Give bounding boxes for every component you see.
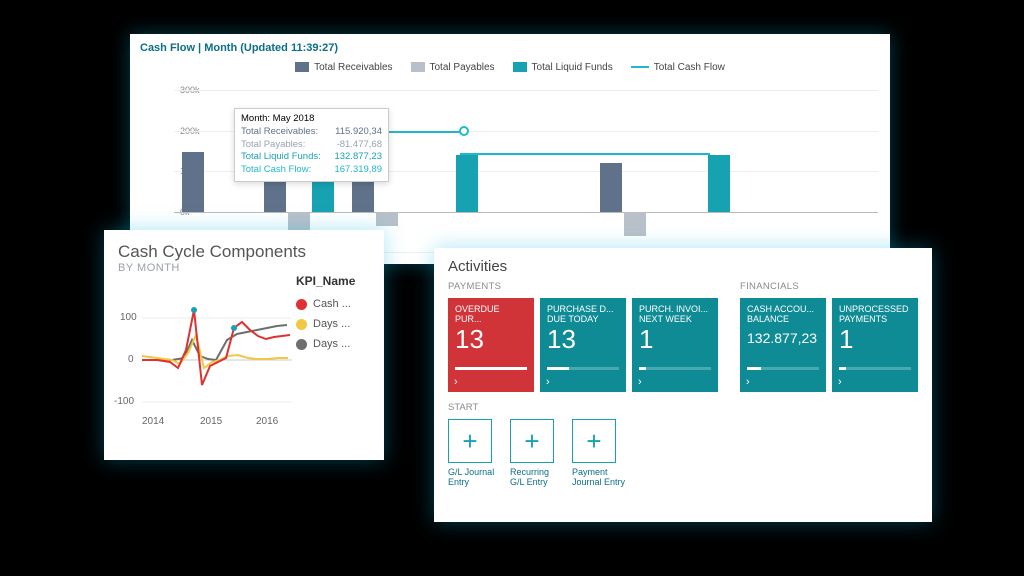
start-gl-journal: + G/L Journal Entry xyxy=(448,419,502,488)
chevron-right-icon: › xyxy=(546,376,550,388)
bar-receivables xyxy=(182,152,204,212)
swatch-liquid xyxy=(513,62,527,72)
dot-icon xyxy=(296,319,307,330)
plus-icon: + xyxy=(586,426,601,457)
start-tile-gl[interactable]: + xyxy=(448,419,492,463)
cashflow-title: Cash Flow | Month (Updated 11:39:27) xyxy=(130,34,890,58)
start-caption[interactable]: Recurring G/L Entry xyxy=(510,467,564,488)
cashflow-legend: Total Receivables Total Payables Total L… xyxy=(130,58,890,76)
cashflow-plot[interactable]: 300k 200k 100k 0k -100k xyxy=(174,90,878,252)
ytick: 100 xyxy=(120,312,137,323)
start-recurring-gl: + Recurring G/L Entry xyxy=(510,419,564,488)
swatch-payables xyxy=(411,62,425,72)
chevron-right-icon: › xyxy=(746,376,750,388)
legend-payables[interactable]: Total Payables xyxy=(411,62,495,73)
dot-icon xyxy=(296,339,307,350)
start-tile-recurring[interactable]: + xyxy=(510,419,554,463)
xtick: 2014 xyxy=(142,416,164,427)
swatch-cashflow xyxy=(631,66,649,68)
group-payments: PAYMENTS OVERDUE PUR... DOCUMENTS 13 › P… xyxy=(448,279,726,488)
cashflow-line-seg xyxy=(380,131,460,133)
bar-liquid xyxy=(708,155,730,212)
chevron-right-icon: › xyxy=(838,376,842,388)
activities-card: Activities PAYMENTS OVERDUE PUR... DOCUM… xyxy=(434,248,932,522)
tile-overdue-purchase-documents[interactable]: OVERDUE PUR... DOCUMENTS 13 › xyxy=(448,298,534,392)
legend-liquid[interactable]: Total Liquid Funds xyxy=(513,62,613,73)
cf-month xyxy=(426,90,510,252)
xtick: 2016 xyxy=(256,416,278,427)
tile-cash-account-balance[interactable]: CASH ACCOU... BALANCE 132.877,23 › xyxy=(740,298,826,392)
ytick: 0 xyxy=(128,354,134,365)
legend-days1[interactable]: Days ... xyxy=(296,318,374,330)
bar-payables xyxy=(624,212,646,236)
tt-month: Month: May 2018 xyxy=(241,113,314,126)
cashflow-line-seg xyxy=(460,153,710,155)
legend-receivables[interactable]: Total Receivables xyxy=(295,62,392,73)
ytick: -100 xyxy=(114,396,134,407)
cycle-legend-title: KPI_Name xyxy=(296,274,374,288)
bar-liquid xyxy=(456,155,478,212)
start-tile-payment[interactable]: + xyxy=(572,419,616,463)
legend-days2[interactable]: Days ... xyxy=(296,338,374,350)
tile-purchase-due-today[interactable]: PURCHASE D... DUE TODAY 13 › xyxy=(540,298,626,392)
cashflow-tooltip: Month: May 2018 Total Receivables:115.92… xyxy=(234,108,389,182)
start-caption[interactable]: G/L Journal Entry xyxy=(448,467,502,488)
cycle-title: Cash Cycle Components xyxy=(104,230,384,262)
group-financials: FINANCIALS CASH ACCOU... BALANCE 132.877… xyxy=(740,279,918,488)
start-caption[interactable]: Payment Journal Entry xyxy=(572,467,626,488)
dot-icon xyxy=(296,299,307,310)
cycle-legend: KPI_Name Cash ... Days ... Days ... xyxy=(296,274,374,358)
legend-cash[interactable]: Cash ... xyxy=(296,298,374,310)
tile-unprocessed-payments[interactable]: UNPROCESSED PAYMENTS 1 › xyxy=(832,298,918,392)
activities-title: Activities xyxy=(448,258,918,275)
legend-cashflow[interactable]: Total Cash Flow xyxy=(631,62,725,73)
cycle-svg xyxy=(122,290,292,430)
chevron-right-icon: › xyxy=(454,376,458,388)
group-label-financials: FINANCIALS xyxy=(740,281,918,292)
cf-month xyxy=(678,90,762,252)
tile-purchase-invoice-next-week[interactable]: PURCH. INVOI... NEXT WEEK 1 › xyxy=(632,298,718,392)
group-label-payments: PAYMENTS xyxy=(448,281,726,292)
cash-cycle-card: Cash Cycle Components BY MONTH 100 0 -10… xyxy=(104,230,384,460)
xtick: 2015 xyxy=(200,416,222,427)
swatch-receivables xyxy=(295,62,309,72)
plus-icon: + xyxy=(462,426,477,457)
group-label-start: START xyxy=(448,402,726,413)
cycle-plot[interactable]: 100 0 -100 2014 2015 2016 xyxy=(122,290,292,430)
cf-month xyxy=(594,90,678,252)
bar-receivables xyxy=(600,163,622,212)
start-payment-journal: + Payment Journal Entry xyxy=(572,419,626,488)
cashflow-marker xyxy=(459,126,469,136)
plus-icon: + xyxy=(524,426,539,457)
bar-payables xyxy=(376,212,398,227)
chevron-right-icon: › xyxy=(638,376,642,388)
